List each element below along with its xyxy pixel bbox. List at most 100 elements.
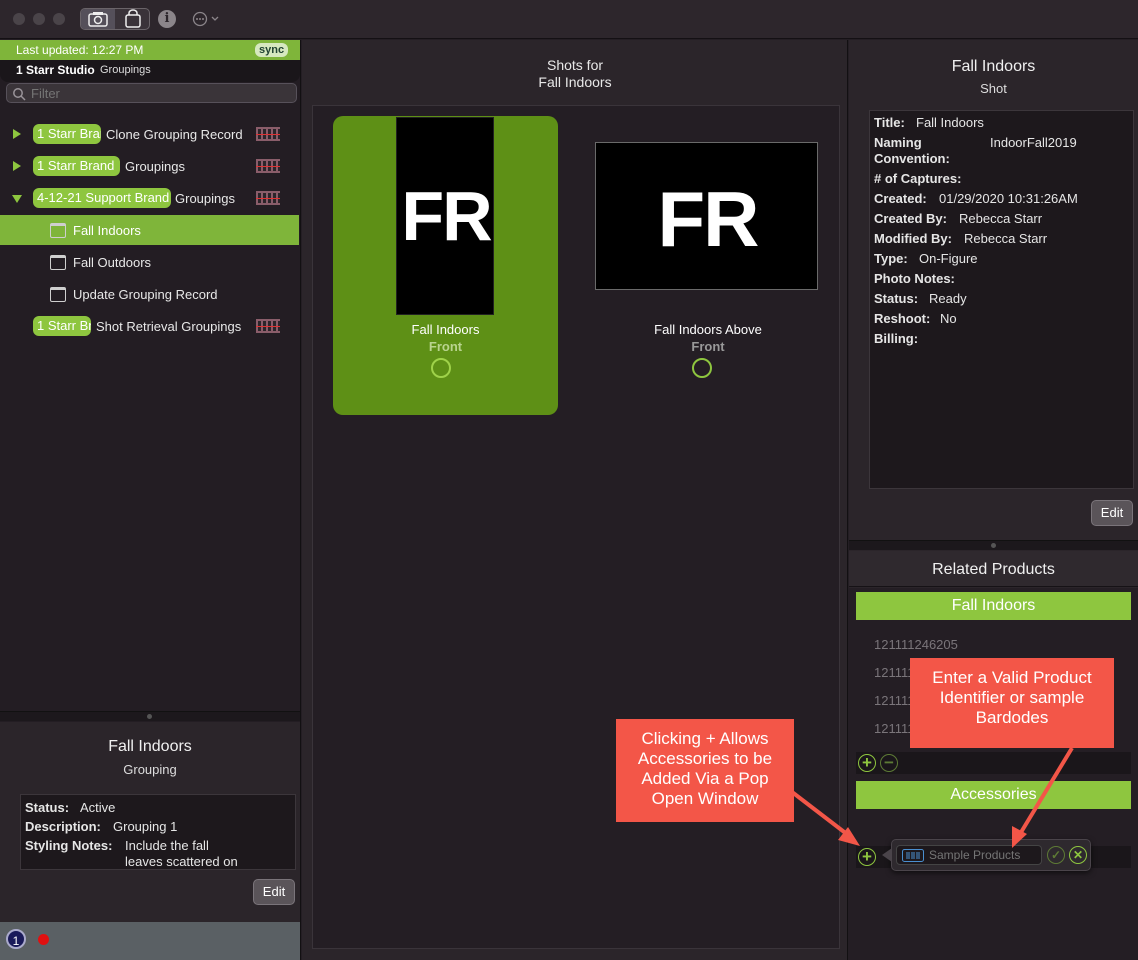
title-label: Title:: [874, 115, 905, 130]
more-icon: [192, 11, 219, 27]
product-id[interactable]: 121111: [874, 693, 915, 708]
striped-flag-icon: [256, 191, 280, 205]
view-segmented-control: [80, 8, 150, 30]
add-accessory-popover: ✓ ✕: [882, 839, 1091, 871]
divider-handle[interactable]: [147, 714, 152, 719]
product-id[interactable]: 121111246205: [874, 637, 958, 652]
shot-detail-subtitle: Shot: [980, 81, 1007, 96]
description-label: Description:: [25, 819, 101, 834]
product-id[interactable]: 121111: [874, 721, 915, 736]
split-divider[interactable]: [849, 540, 1138, 550]
shot-card-selected[interactable]: FR Fall Indoors Front: [333, 116, 558, 415]
striped-flag-icon: [256, 127, 280, 141]
disclosure-triangle-expanded-icon[interactable]: [12, 195, 22, 203]
shot-card[interactable]: FR Fall Indoors Above Front: [583, 116, 833, 415]
tree-row-label: Fall Indoors: [73, 223, 141, 238]
brand-pill: 1 Starr Brand: [33, 316, 91, 336]
barcode-input[interactable]: [927, 847, 1037, 863]
add-accessory-icon[interactable]: +: [858, 848, 876, 866]
reshoot-label: Reshoot:: [874, 311, 931, 326]
tree-row[interactable]: Update Grouping Record: [0, 283, 300, 307]
section-header-accessories: Accessories: [856, 781, 1131, 809]
more-menu-button[interactable]: [192, 10, 224, 28]
callout-enter-product: Enter a Valid Product Identifier or samp…: [910, 658, 1114, 748]
brand-pill: 4-12-21 Support Brand: [33, 188, 171, 208]
last-updated-bar: Last updated: 12:27 PM sync: [0, 40, 300, 60]
striped-flag-icon: [256, 319, 280, 333]
zoom-window-button[interactable]: [53, 13, 65, 25]
detail-pane: Fall Indoors Shot Title: Fall Indoors Na…: [849, 40, 1138, 960]
barcode-icon: [902, 849, 924, 862]
info-icon[interactable]: i: [158, 10, 176, 28]
sync-button[interactable]: sync: [255, 43, 289, 57]
section-title: Fall Indoors: [951, 597, 1036, 614]
shot-detail-title: Fall Indoors: [951, 58, 1036, 75]
disclosure-triangle-icon[interactable]: [13, 161, 21, 171]
minimize-window-button[interactable]: [33, 13, 45, 25]
photo-notes-label: Photo Notes:: [874, 271, 955, 286]
filter-field[interactable]: [6, 83, 297, 103]
status-label: Status:: [25, 800, 70, 815]
grouping-icon: [50, 223, 66, 238]
striped-flag-icon: [256, 159, 280, 173]
naming-value: IndoorFall2019: [990, 135, 1077, 150]
sidebar-footer: 1: [0, 922, 300, 960]
title-bar: i: [0, 0, 1138, 39]
shots-pane: Shots for Fall Indoors FR Fall Indoors F…: [302, 40, 848, 960]
tree-row-label: Update Grouping Record: [73, 287, 218, 302]
grouping-icon: [50, 255, 66, 270]
edit-grouping-button[interactable]: Edit: [253, 879, 295, 905]
callout-add-accessories: Clicking + Allows Accessories to be Adde…: [616, 719, 794, 822]
styling-notes-label: Styling Notes:: [25, 838, 113, 853]
shot-subtitle: Front: [691, 339, 725, 354]
status-label: Status:: [874, 291, 919, 306]
grouping-title: Fall Indoors: [108, 738, 192, 755]
product-id[interactable]: 121111: [874, 665, 915, 680]
styling-notes-value-line1: Include the fall: [125, 838, 209, 853]
naming-label-line2: Convention:: [874, 151, 950, 166]
status-value: Active: [80, 800, 116, 815]
grouping-icon: [50, 287, 66, 302]
close-window-button[interactable]: [13, 13, 25, 25]
filter-input[interactable]: [29, 85, 279, 101]
capture-status-ring-icon: [431, 358, 451, 378]
callout-text: Enter a Valid Product Identifier or samp…: [932, 668, 1092, 727]
tree-row[interactable]: 1 Starr Brand Shot Retrieval Groupings: [0, 315, 300, 339]
captures-label: # of Captures:: [874, 171, 962, 186]
shots-header-line2: Fall Indoors: [538, 74, 612, 90]
record-indicator-icon: [38, 934, 49, 945]
disclosure-triangle-icon[interactable]: [13, 129, 21, 139]
confirm-icon[interactable]: ✓: [1047, 846, 1065, 864]
related-products-title: Related Products: [932, 561, 1055, 578]
brand-pill: 1 Starr Brand: [33, 124, 101, 144]
remove-product-icon[interactable]: −: [880, 754, 898, 772]
add-product-icon[interactable]: +: [858, 754, 876, 772]
edit-shot-button[interactable]: Edit: [1091, 500, 1133, 526]
shot-thumbnail: FR: [595, 142, 818, 290]
divider-handle[interactable]: [991, 543, 996, 548]
split-divider[interactable]: [0, 711, 300, 721]
shots-grid: FR Fall Indoors Front FR Fall Indoors Ab…: [312, 105, 840, 949]
tree-row-label: Groupings: [125, 159, 185, 174]
studio-subtitle: Groupings: [100, 64, 151, 76]
shots-header-line1: Shots for: [546, 57, 604, 73]
type-label: Type:: [874, 251, 908, 266]
tree-row-selected[interactable]: Fall Indoors: [0, 215, 299, 245]
status-value: Ready: [929, 291, 967, 306]
tree-row[interactable]: 1 Starr Brand Clone Grouping Record: [0, 123, 300, 147]
products-button[interactable]: [116, 9, 150, 29]
grouping-fields: Status: Active Description: Grouping 1 S…: [20, 794, 296, 870]
camera-button[interactable]: [81, 9, 115, 29]
popover-arrow: [882, 848, 892, 862]
modified-by-value: Rebecca Starr: [964, 231, 1048, 246]
title-value: Fall Indoors: [916, 115, 984, 130]
tree-row[interactable]: Fall Outdoors: [0, 251, 300, 275]
user-badge[interactable]: 1: [6, 929, 26, 949]
modified-by-label: Modified By:: [874, 231, 952, 246]
section-title: Accessories: [950, 786, 1037, 803]
barcode-input-field[interactable]: [896, 845, 1042, 865]
cancel-icon[interactable]: ✕: [1069, 846, 1087, 864]
tree-row-label: Fall Outdoors: [73, 255, 152, 270]
tree-row[interactable]: 1 Starr Brand Groupings: [0, 155, 300, 179]
tree-row[interactable]: 4-12-21 Support Brand Groupings: [0, 187, 300, 211]
